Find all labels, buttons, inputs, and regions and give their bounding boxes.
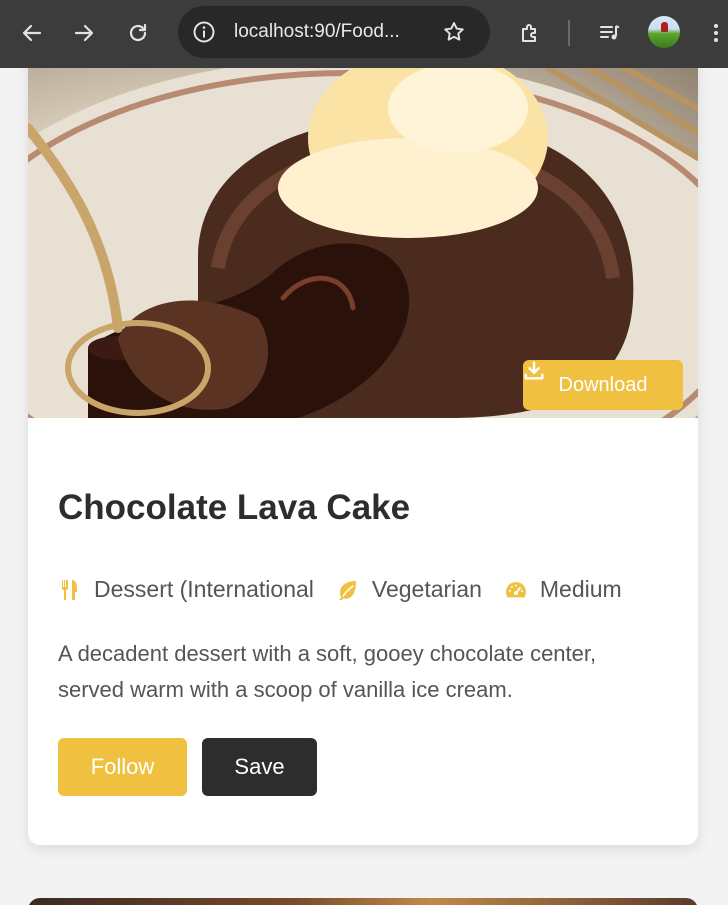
recipe-description: A decadent dessert with a soft, gooey ch… bbox=[58, 641, 597, 702]
puzzle-icon[interactable] bbox=[510, 13, 550, 53]
cuisine-label: Dessert (International bbox=[94, 576, 314, 602]
save-button[interactable]: Save bbox=[202, 738, 317, 796]
kebab-menu-icon[interactable] bbox=[696, 13, 728, 53]
download-button[interactable]: Download bbox=[523, 360, 683, 410]
recipe-meta: Dessert (International Vegetarian Medium bbox=[58, 576, 644, 603]
download-label: Download bbox=[558, 373, 648, 396]
recipe-card: Download Chocolate Lava Cake Dessert (In… bbox=[28, 68, 698, 845]
diet-label: Vegetarian bbox=[371, 576, 482, 602]
next-recipe-card[interactable] bbox=[28, 898, 698, 905]
difficulty-label: Medium bbox=[539, 576, 622, 602]
page-content: Download Chocolate Lava Cake Dessert (In… bbox=[0, 68, 728, 905]
url-text[interactable]: localhost:90/Food... bbox=[234, 21, 400, 43]
toolbar-divider bbox=[568, 20, 570, 46]
follow-button[interactable]: Follow bbox=[58, 738, 187, 796]
recipe-title: Chocolate Lava Cake bbox=[58, 488, 411, 527]
leaf-icon bbox=[338, 580, 356, 600]
cuisine-tag: Dessert (International bbox=[58, 576, 314, 603]
difficulty-tag: Medium bbox=[504, 576, 622, 603]
recipe-image: Download bbox=[28, 68, 698, 418]
reload-icon[interactable] bbox=[118, 13, 158, 53]
star-icon[interactable] bbox=[442, 20, 466, 44]
diet-tag: Vegetarian bbox=[336, 576, 482, 603]
info-icon[interactable] bbox=[192, 20, 216, 44]
address-bar[interactable]: localhost:90/Food... bbox=[178, 6, 490, 58]
download-icon bbox=[524, 361, 544, 380]
forward-arrow-icon[interactable] bbox=[64, 13, 104, 53]
utensils-icon bbox=[62, 579, 77, 600]
profile-avatar[interactable] bbox=[648, 16, 680, 48]
back-arrow-icon[interactable] bbox=[12, 13, 52, 53]
media-queue-icon[interactable] bbox=[590, 13, 630, 53]
gauge-icon bbox=[505, 581, 526, 597]
browser-toolbar: localhost:90/Food... bbox=[0, 0, 728, 68]
